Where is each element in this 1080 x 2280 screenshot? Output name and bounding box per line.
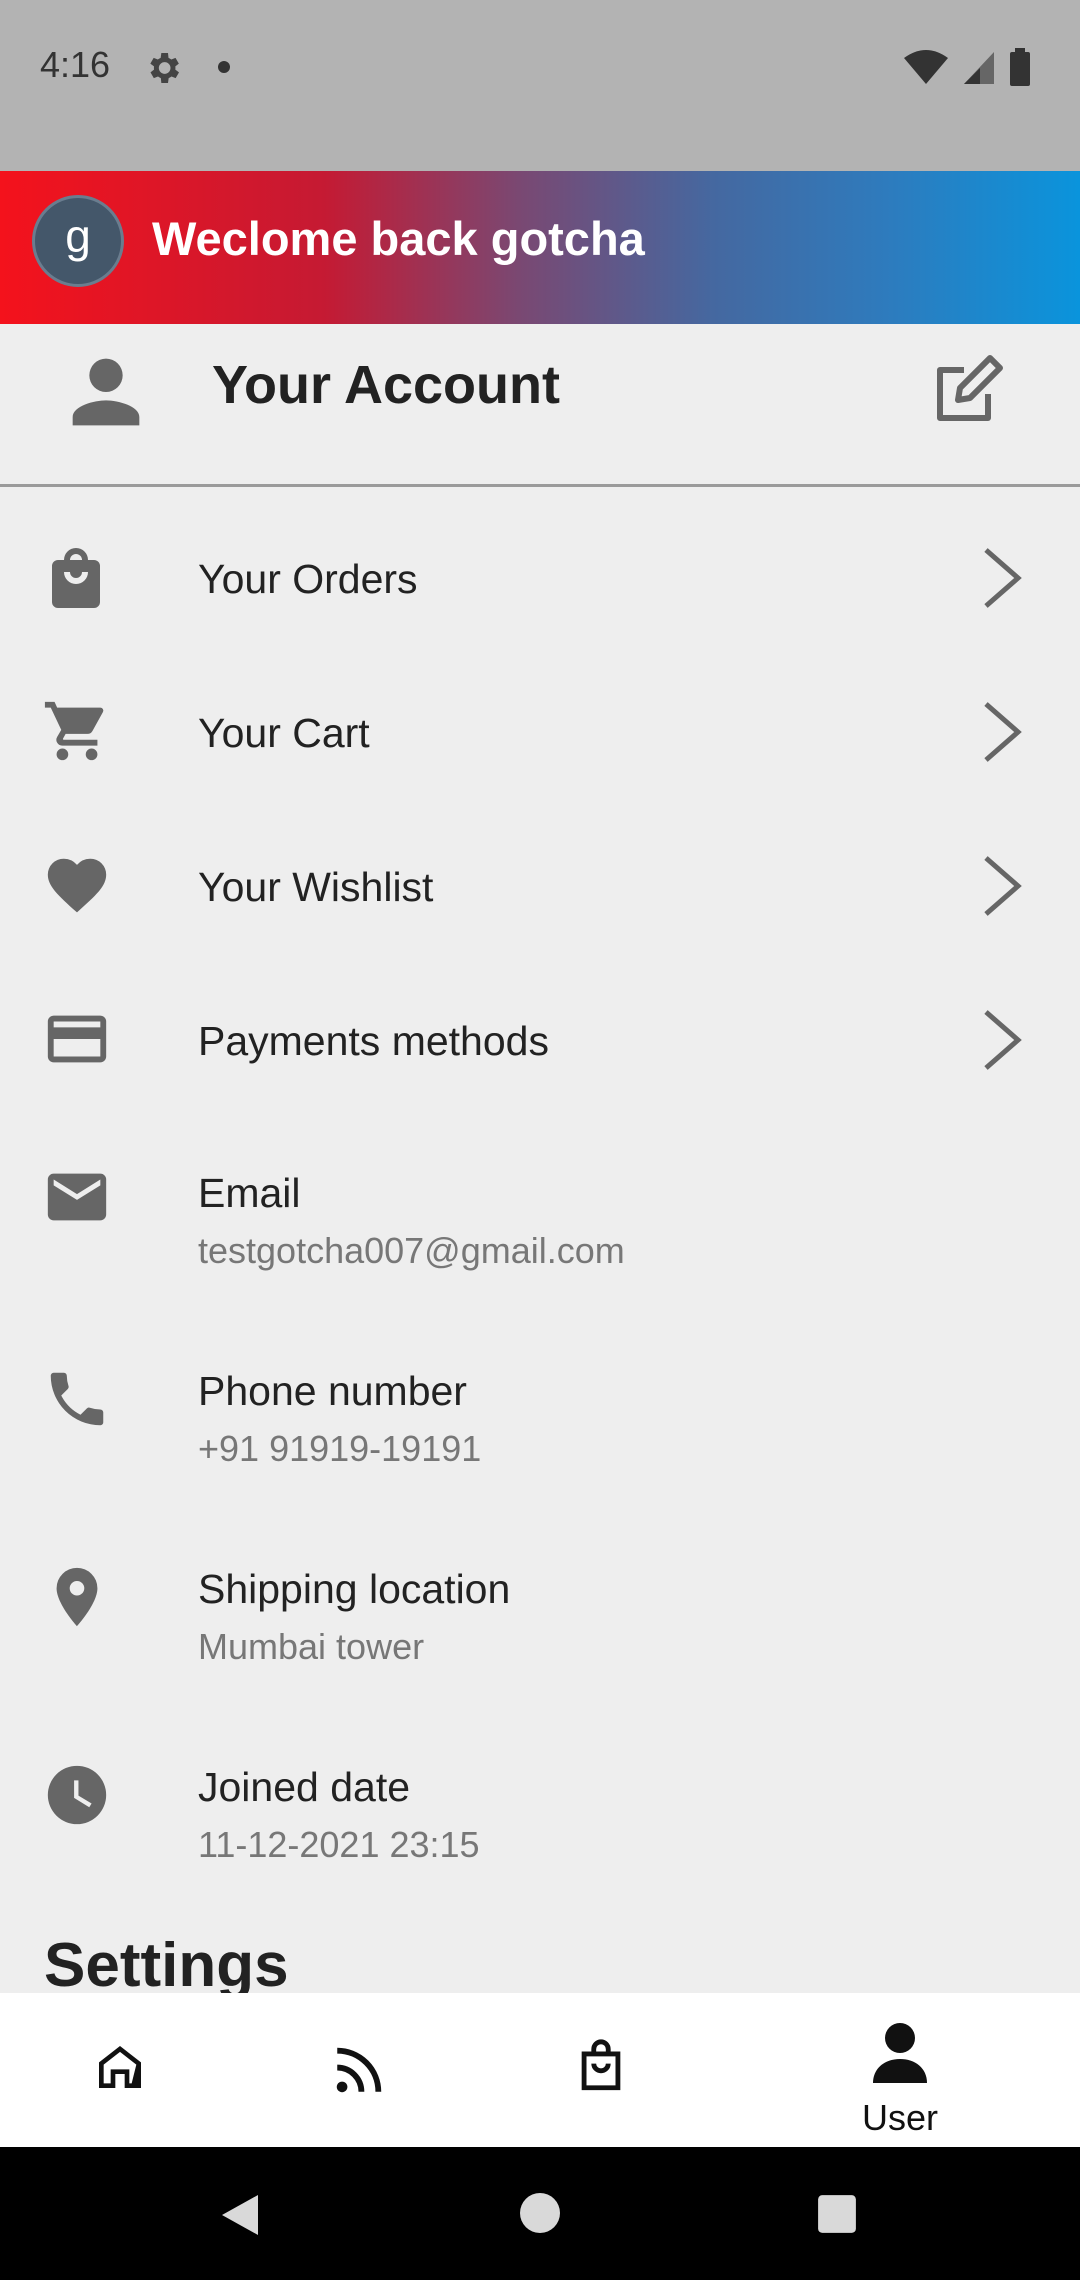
- menu-item-label: Your Cart: [198, 710, 370, 756]
- menu-item-cart[interactable]: Your Cart: [0, 674, 1080, 802]
- welcome-banner: g Weclome back gotcha: [0, 171, 1080, 324]
- account-header: Your Account: [0, 324, 1080, 487]
- info-value: 11-12-2021 23:15: [198, 1824, 480, 1865]
- info-value: testgotcha007@gmail.com: [198, 1230, 625, 1271]
- chevron-right-icon: [984, 548, 1022, 608]
- status-time: 4:16: [40, 44, 111, 85]
- nav-home[interactable]: [60, 1993, 180, 2147]
- recents-icon[interactable]: [816, 2193, 858, 2235]
- nav-user[interactable]: User: [840, 1993, 960, 2147]
- info-label: Phone number: [198, 1368, 467, 1414]
- info-item-email: Email testgotcha007@gmail.com: [0, 1150, 1080, 1300]
- settings-heading: Settings: [44, 1931, 289, 2000]
- page-title: Your Account: [212, 355, 560, 415]
- signal-battery-icons: [904, 48, 1030, 86]
- wifi-icon: [904, 50, 948, 84]
- home-icon: [99, 2046, 141, 2088]
- avatar[interactable]: g: [32, 195, 124, 287]
- location-pin-icon: [56, 1567, 98, 1627]
- system-nav-bar: [0, 2147, 1080, 2280]
- menu-item-label: Payments methods: [198, 1018, 549, 1064]
- user-icon: [873, 2023, 927, 2083]
- info-value: +91 91919-19191: [198, 1428, 482, 1469]
- bottom-nav: User: [0, 1993, 1080, 2147]
- info-value: Mumbai tower: [198, 1626, 425, 1667]
- shopping-bag-icon: [52, 548, 100, 608]
- menu-item-label: Your Orders: [198, 556, 418, 602]
- info-item-shipping: Shipping location Mumbai tower: [0, 1546, 1080, 1696]
- settings-gear-icon: [150, 53, 179, 83]
- clock-icon: [47, 1765, 107, 1825]
- nav-user-label: User: [861, 2097, 938, 2138]
- cart-icon: [44, 701, 104, 761]
- info-label: Email: [198, 1170, 301, 1216]
- home-circle-icon[interactable]: [518, 2191, 562, 2235]
- edit-profile-button[interactable]: [928, 350, 1008, 430]
- nav-feed[interactable]: [300, 1993, 420, 2147]
- menu-item-label: Your Wishlist: [198, 864, 434, 910]
- credit-card-icon: [47, 1015, 107, 1063]
- menu-item-wishlist[interactable]: Your Wishlist: [0, 828, 1080, 956]
- welcome-text: Weclome back gotcha: [152, 212, 645, 265]
- heart-icon: [47, 858, 107, 913]
- shopping-bag-icon: [581, 2039, 621, 2091]
- feed-icon: [336, 2047, 382, 2093]
- nav-orders[interactable]: [540, 1993, 660, 2147]
- menu-item-payments[interactable]: Payments methods: [0, 982, 1080, 1110]
- info-item-phone: Phone number +91 91919-19191: [0, 1348, 1080, 1498]
- battery-icon: [1010, 52, 1030, 86]
- phone-icon: [50, 1372, 104, 1426]
- person-icon: [72, 358, 140, 426]
- notification-dot-icon: [218, 61, 230, 73]
- info-label: Joined date: [198, 1764, 411, 1810]
- mail-icon: [47, 1173, 107, 1221]
- status-bar: 4:16: [0, 0, 1080, 171]
- info-item-joined: Joined date 11-12-2021 23:15: [0, 1744, 1080, 1894]
- back-icon[interactable]: [218, 2191, 262, 2239]
- chevron-right-icon: [984, 1010, 1022, 1070]
- chevron-right-icon: [984, 856, 1022, 916]
- info-label: Shipping location: [198, 1566, 511, 1612]
- menu-item-orders[interactable]: Your Orders: [0, 520, 1080, 648]
- chevron-right-icon: [984, 702, 1022, 762]
